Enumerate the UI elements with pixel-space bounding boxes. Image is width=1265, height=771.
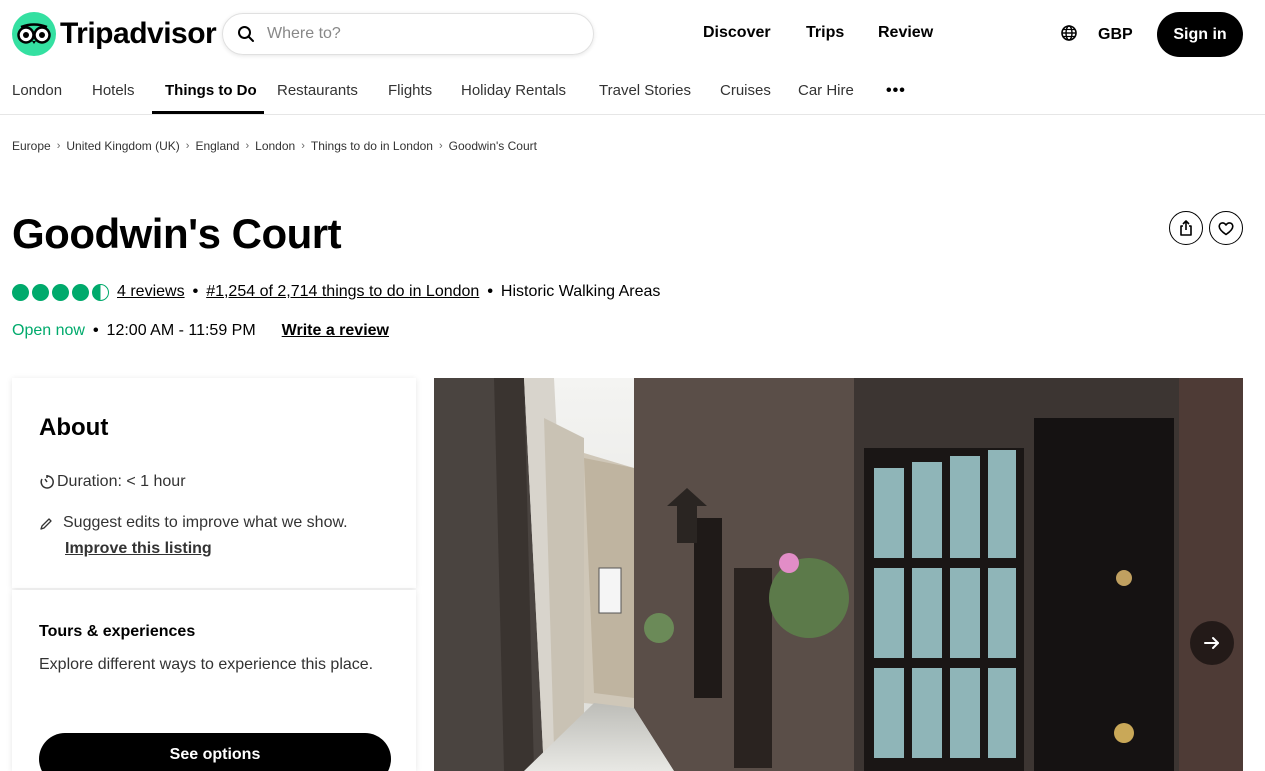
- globe-icon[interactable]: [1060, 24, 1078, 47]
- pencil-icon: [40, 518, 52, 530]
- chevron-right-icon: ›: [301, 140, 305, 152]
- subnav-cruises[interactable]: Cruises: [720, 82, 771, 99]
- breadcrumb-current: Goodwin's Court: [448, 139, 537, 153]
- hero-photo[interactable]: [434, 378, 1243, 771]
- separator-dot: •: [192, 283, 199, 300]
- chevron-right-icon: ›: [56, 140, 61, 152]
- heart-icon: [1218, 222, 1234, 236]
- subnav-car-hire[interactable]: Car Hire: [798, 82, 854, 99]
- see-options-button[interactable]: See options: [39, 733, 391, 771]
- timer-icon: [40, 475, 54, 489]
- tours-title: Tours & experiences: [39, 623, 196, 640]
- reviews-link[interactable]: 4 reviews: [117, 283, 185, 301]
- rating-bubble: [52, 283, 69, 301]
- rating-bubble: [12, 283, 29, 301]
- about-card: About Duration: < 1 hour Suggest edits t…: [12, 378, 416, 588]
- hours-row: Open now • 12:00 AM - 11:59 PM Write a r…: [12, 322, 389, 340]
- improve-listing-link[interactable]: Improve this listing: [65, 540, 212, 558]
- subnav-travel-stories[interactable]: Travel Stories: [599, 82, 691, 99]
- nav-review[interactable]: Review: [878, 24, 933, 42]
- rating-bubbles: [12, 283, 109, 301]
- share-icon: [1180, 220, 1192, 236]
- suggest-text: Suggest edits to improve what we show.: [63, 514, 348, 531]
- search-input[interactable]: [267, 25, 567, 43]
- subnav-things-to-do[interactable]: Things to Do: [165, 82, 257, 99]
- breadcrumb-item[interactable]: Things to do in London: [311, 139, 433, 153]
- rating-bubble: [32, 283, 49, 301]
- nav-trips[interactable]: Trips: [806, 24, 844, 42]
- subnav-hotels[interactable]: Hotels: [92, 82, 135, 99]
- breadcrumb-item[interactable]: England: [195, 139, 239, 153]
- currency-selector[interactable]: GBP: [1098, 26, 1133, 44]
- chevron-right-icon: ›: [438, 140, 443, 152]
- rating-row: 4 reviews • #1,254 of 2,714 things to do…: [12, 283, 660, 301]
- write-review-link[interactable]: Write a review: [282, 322, 389, 340]
- active-tab-indicator: [152, 111, 264, 114]
- page-title: Goodwin's Court: [12, 210, 342, 257]
- category-nav: London Hotels Things to Do Restaurants F…: [0, 70, 1265, 115]
- rating-bubble: [72, 283, 89, 301]
- separator-dot: •: [92, 322, 99, 339]
- subnav-restaurants[interactable]: Restaurants: [277, 82, 358, 99]
- more-icon[interactable]: •••: [886, 82, 906, 100]
- open-status: Open now: [12, 322, 85, 339]
- duration-text: Duration: < 1 hour: [57, 473, 186, 490]
- search-box[interactable]: [222, 13, 594, 55]
- share-button[interactable]: [1169, 211, 1203, 245]
- duration-row: Duration: < 1 hour: [39, 473, 186, 491]
- subnav-flights[interactable]: Flights: [388, 82, 432, 99]
- next-photo-button[interactable]: [1190, 621, 1234, 665]
- subnav-holiday-rentals[interactable]: Holiday Rentals: [461, 82, 566, 99]
- arrow-right-icon: [1204, 637, 1219, 649]
- category-label: Historic Walking Areas: [500, 283, 661, 300]
- owl-logo-icon: [12, 12, 56, 56]
- breadcrumb: Europe › United Kingdom (UK) › England › Lo…: [12, 139, 537, 153]
- breadcrumb-item[interactable]: United Kingdom (UK): [66, 139, 179, 153]
- separator-dot: •: [487, 283, 493, 300]
- hours-range: 12:00 AM - 11:59 PM: [106, 322, 256, 339]
- tours-card: Tours & experiences Explore different wa…: [12, 590, 416, 771]
- logo-wordmark: Tripadvisor: [60, 17, 217, 50]
- tripadvisor-logo[interactable]: Tripadvisor: [12, 12, 217, 56]
- search-icon: [238, 26, 254, 42]
- chevron-right-icon: ›: [245, 140, 250, 152]
- about-title: About: [39, 414, 109, 441]
- ranking-link[interactable]: #1,254 of 2,714 things to do in London: [206, 283, 479, 301]
- subnav-london[interactable]: London: [12, 82, 62, 99]
- chevron-right-icon: ›: [185, 140, 190, 152]
- suggest-edits-row: Suggest edits to improve what we show.: [39, 514, 348, 532]
- rating-bubble-half: [92, 283, 109, 301]
- sign-in-button[interactable]: Sign in: [1157, 12, 1243, 57]
- breadcrumb-item[interactable]: Europe: [12, 139, 51, 153]
- top-header: Tripadvisor Discover Trips Review GBP Si…: [0, 0, 1265, 70]
- save-button[interactable]: [1209, 211, 1243, 245]
- breadcrumb-item[interactable]: London: [255, 139, 295, 153]
- nav-discover[interactable]: Discover: [703, 24, 771, 42]
- tours-description: Explore different ways to experience thi…: [39, 656, 374, 673]
